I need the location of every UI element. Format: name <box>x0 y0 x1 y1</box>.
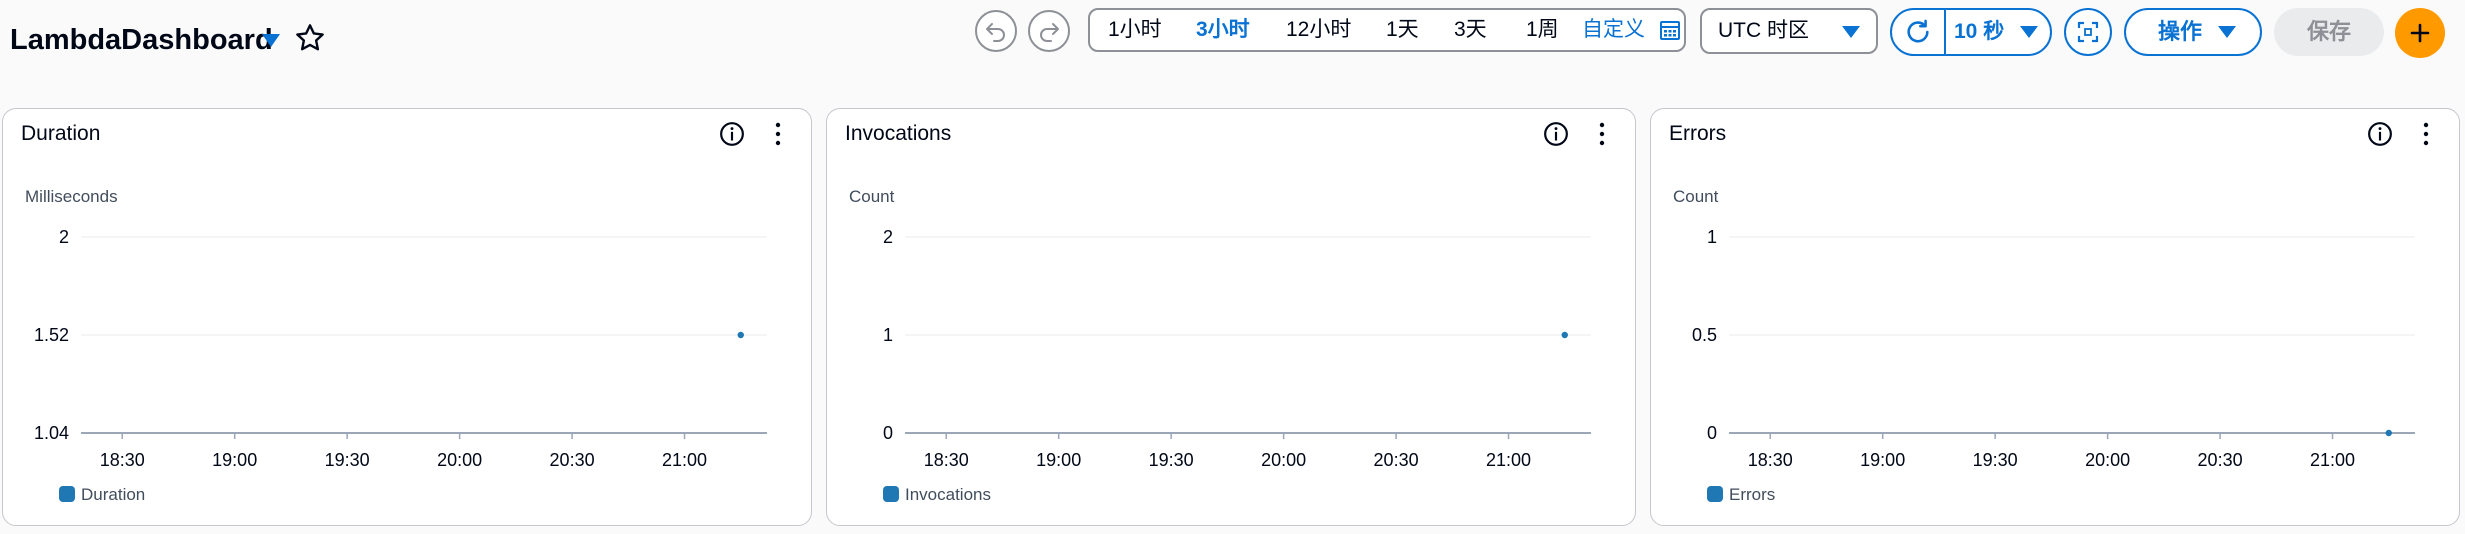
time-range-1w[interactable]: 1周 <box>1526 10 1559 50</box>
x-tick-label: 19:00 <box>212 450 257 470</box>
y-tick-label: 2 <box>59 227 69 247</box>
y-tick-label: 1.52 <box>34 325 69 345</box>
x-tick-label: 18:30 <box>1748 450 1793 470</box>
refresh-interval-select[interactable]: 10 秒 <box>1954 10 2004 54</box>
time-range-1d[interactable]: 1天 <box>1386 10 1419 50</box>
y-tick-label: 0 <box>1707 423 1717 443</box>
timezone-label: UTC 时区 <box>1718 19 1809 42</box>
refresh-icon <box>1907 19 1929 43</box>
x-tick-label: 19:30 <box>325 450 370 470</box>
refresh-control: 10 秒 <box>1890 8 2052 56</box>
x-tick-label: 20:00 <box>437 450 482 470</box>
duration-chart: 2 1.52 1.04 18:30 19:00 19:30 20:00 20:30 21:00 <box>34 227 767 470</box>
plus-icon <box>2410 23 2430 43</box>
data-point <box>2385 429 2392 437</box>
y-tick-label: 0 <box>883 423 893 443</box>
refresh-button[interactable] <box>1892 10 1946 54</box>
widget-duration: Duration Milliseconds 2 1.52 1.04 18:30 19:0… <box>2 108 812 526</box>
actions-label: 操作 <box>2158 19 2203 44</box>
x-tick-label: 18:30 <box>100 450 145 470</box>
chevron-down-icon[interactable] <box>2020 26 2038 38</box>
y-tick-label: 1 <box>883 325 893 345</box>
redo-icon <box>1040 23 1059 42</box>
x-tick-label: 19:30 <box>1149 450 1194 470</box>
x-tick-label: 20:30 <box>550 450 595 470</box>
calendar-icon[interactable] <box>1658 18 1682 42</box>
save-label: 保存 <box>2306 19 2351 44</box>
time-range-custom[interactable]: 自定义 <box>1582 10 1645 50</box>
add-widget-button[interactable] <box>2395 8 2445 58</box>
x-tick-label: 19:30 <box>1973 450 2018 470</box>
x-tick-label: 20:00 <box>2085 450 2130 470</box>
data-point <box>737 331 744 339</box>
save-button[interactable]: 保存 <box>2274 8 2384 56</box>
chevron-down-icon <box>2218 26 2236 38</box>
x-tick-label: 21:00 <box>2310 450 2355 470</box>
redo-button[interactable] <box>1028 10 1070 52</box>
errors-chart: 1 0.5 0 18:30 19:00 19:30 20:00 20:30 21:00 <box>1692 227 2415 470</box>
legend-swatch <box>59 486 75 502</box>
data-point <box>1561 331 1568 339</box>
x-tick-label: 21:00 <box>1486 450 1531 470</box>
dashboard-title: LambdaDashboard <box>10 24 273 56</box>
x-tick-label: 20:30 <box>2198 450 2243 470</box>
legend-swatch <box>1707 486 1723 502</box>
fullscreen-button[interactable] <box>2064 8 2112 56</box>
y-tick-label: 0.5 <box>1692 325 1717 345</box>
legend-label: Errors <box>1729 485 1776 504</box>
widget-errors: Errors Count 1 0.5 0 18:30 19:00 19:30 20:00 20… <box>1650 108 2460 526</box>
time-range-3h[interactable]: 3小时 <box>1196 10 1250 50</box>
time-range-selector: 1小时 3小时 12小时 1天 3天 1周 自定义 <box>1088 8 1686 52</box>
chevron-down-icon <box>1842 26 1860 38</box>
x-tick-label: 20:00 <box>1261 450 1306 470</box>
time-range-1h[interactable]: 1小时 <box>1108 10 1162 50</box>
x-tick-label: 19:00 <box>1860 450 1905 470</box>
y-tick-label: 1 <box>1707 227 1717 247</box>
y-tick-label: 2 <box>883 227 893 247</box>
invocations-chart: 2 1 0 18:30 19:00 19:30 20:00 20:30 21:00 <box>883 227 1591 470</box>
undo-button[interactable] <box>975 10 1017 52</box>
actions-button[interactable]: 操作 <box>2124 8 2262 56</box>
x-tick-label: 21:00 <box>662 450 707 470</box>
undo-icon <box>986 23 1005 42</box>
dashboard-toolbar: LambdaDashboard 1小时 3小时 12小时 1天 3天 1周 自定… <box>0 0 2465 100</box>
time-range-3d[interactable]: 3天 <box>1454 10 1487 50</box>
y-tick-label: 1.04 <box>34 423 69 443</box>
widget-invocations: Invocations Count 2 1 0 18:30 19:00 19:30 20:0… <box>826 108 1636 526</box>
timezone-select[interactable]: UTC 时区 <box>1700 8 1878 54</box>
fullscreen-icon <box>2077 21 2099 43</box>
time-range-12h[interactable]: 12小时 <box>1286 10 1351 50</box>
x-tick-label: 19:00 <box>1036 450 1081 470</box>
star-icon[interactable] <box>294 22 326 54</box>
x-tick-label: 18:30 <box>924 450 969 470</box>
chevron-down-icon[interactable] <box>262 34 280 47</box>
x-tick-label: 20:30 <box>1374 450 1419 470</box>
legend-swatch <box>883 486 899 502</box>
legend-label: Invocations <box>905 485 991 504</box>
legend-label: Duration <box>81 485 146 504</box>
